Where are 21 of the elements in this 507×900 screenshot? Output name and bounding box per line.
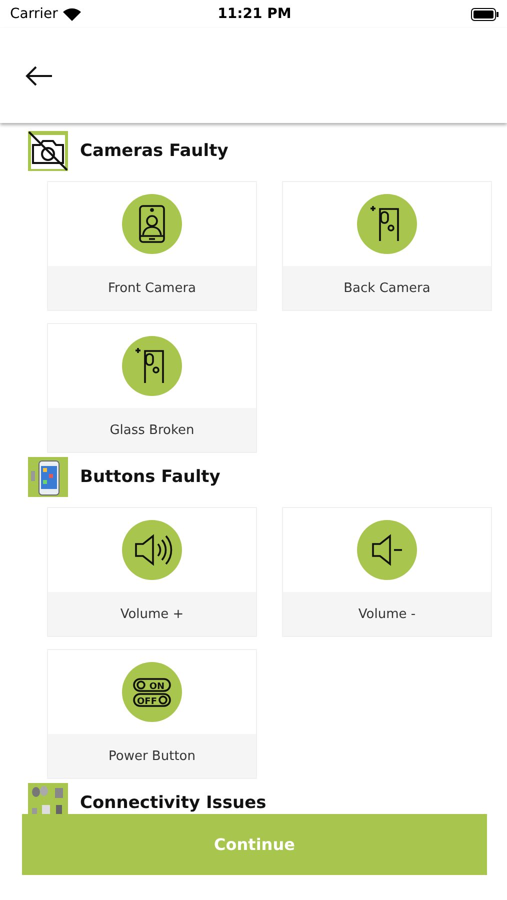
issue-card[interactable]: Front Camera <box>47 181 257 311</box>
volume-up-icon <box>122 520 182 580</box>
section-title: Cameras Faulty <box>80 141 228 161</box>
selfie-phone-icon <box>122 194 182 254</box>
issue-card[interactable]: Volume + <box>47 507 257 637</box>
phone-screen-icon <box>28 457 68 497</box>
volume-down-icon <box>357 520 417 580</box>
issue-card[interactable]: Back Camera <box>282 181 492 311</box>
wifi-icon <box>62 8 81 20</box>
carrier-name: Carrier <box>10 6 58 22</box>
phone-camera-icon <box>357 194 417 254</box>
section-title: Connectivity Issues <box>80 793 266 813</box>
camera-off-icon <box>28 131 68 171</box>
on-off-switch-icon: ON OFF <box>122 662 182 722</box>
issue-card[interactable]: ON OFF Power Button <box>47 649 257 779</box>
section-title: Buttons Faulty <box>80 467 220 487</box>
issue-card[interactable]: Volume - <box>282 507 492 637</box>
battery-icon <box>470 8 499 20</box>
issue-card[interactable]: Glass Broken <box>47 323 257 453</box>
status-time: 11:21 PM <box>218 6 292 22</box>
phone-camera-icon <box>122 336 182 396</box>
